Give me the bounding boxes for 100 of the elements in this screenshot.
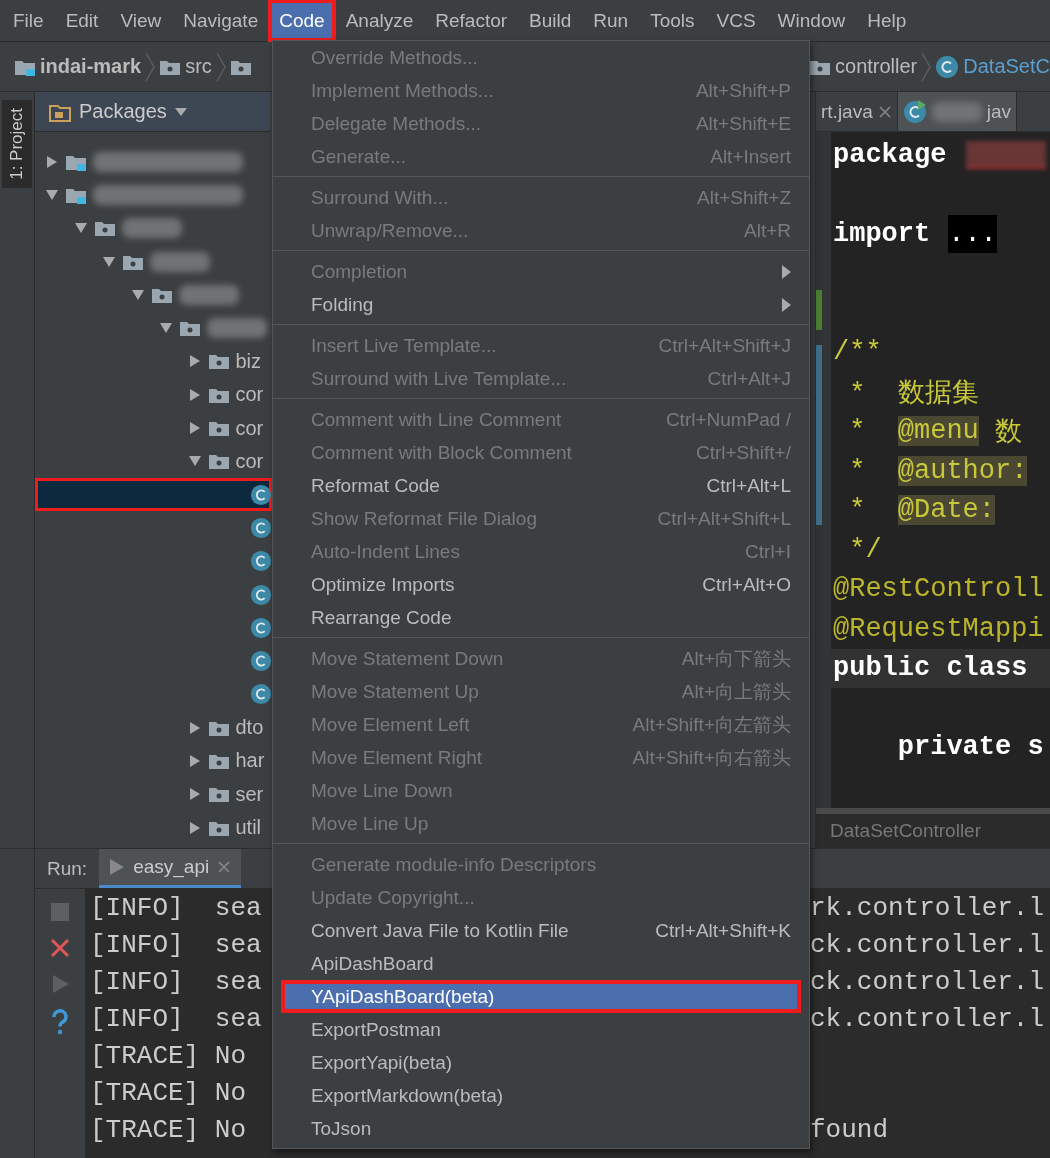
menu-item[interactable]: Help	[856, 0, 918, 41]
collapsed-arrow-icon[interactable]	[45, 154, 59, 169]
class-icon	[902, 99, 927, 124]
console-line: ck.controller.l	[810, 929, 1045, 960]
menu-item[interactable]: File	[2, 0, 55, 41]
breadcrumb-item[interactable]: controller	[835, 55, 918, 78]
editor-tab[interactable]: jav	[897, 92, 1018, 131]
menu-item[interactable]: Navigate	[172, 0, 270, 41]
menu-item[interactable]: View	[109, 0, 173, 41]
tree-row[interactable]: cor	[35, 444, 272, 478]
code-token: *	[848, 416, 867, 447]
menu-item[interactable]: VCS	[705, 0, 767, 41]
editor-breadcrumb[interactable]: DataSetController	[830, 820, 982, 842]
menu-entry[interactable]: ApiDashBoard	[273, 947, 809, 980]
code-token: */	[848, 534, 882, 565]
tree-row[interactable]: ser	[35, 777, 272, 811]
console-line: [INFO] sea	[90, 929, 262, 960]
menu-item[interactable]: Tools	[639, 0, 706, 41]
console-line: [INFO] sea	[90, 966, 262, 997]
menu-entry[interactable]: Folding	[273, 288, 809, 321]
submenu-arrow-icon	[782, 264, 791, 279]
blurred-name	[207, 318, 267, 339]
tree-row[interactable]: util	[35, 810, 272, 845]
code-token: @RequestMappi	[833, 613, 1044, 644]
code-token: 数	[994, 417, 1023, 450]
expanded-arrow-icon[interactable]	[102, 254, 116, 269]
tree-label: har	[235, 749, 265, 773]
menu-entry[interactable]: ToJson	[273, 1112, 809, 1145]
menu-item[interactable]: Window	[766, 0, 857, 41]
code-token: private s	[896, 732, 1044, 763]
run-tab[interactable]: easy_api	[99, 849, 242, 888]
breadcrumb-item[interactable]: DataSetC	[963, 55, 1050, 78]
class-icon	[250, 515, 272, 540]
tree-row[interactable]: biz	[35, 344, 272, 379]
code-token: public class	[833, 653, 1028, 684]
tree-row[interactable]: cor	[35, 411, 272, 445]
collapsed-arrow-icon[interactable]	[187, 421, 202, 435]
code-token: @author:	[897, 455, 1028, 486]
class-icon	[250, 615, 272, 640]
menu-entry[interactable]: ExportPostman	[273, 1013, 809, 1046]
blurred-name	[150, 251, 210, 272]
menu-entry[interactable]: Reformat Code Ctrl+Alt+L	[273, 469, 809, 502]
menu-item[interactable]: Edit	[54, 0, 110, 41]
collapsed-arrow-icon[interactable]	[187, 787, 202, 802]
packages-header[interactable]: Packages	[35, 92, 270, 132]
tree-row[interactable]	[35, 477, 272, 512]
folder-icon	[207, 752, 230, 770]
expanded-arrow-icon[interactable]	[130, 287, 145, 302]
menu-entry[interactable]: Convert Java File to Kotlin File Ctrl+Alt+Shift+K	[273, 914, 809, 947]
folder-icon	[207, 352, 230, 371]
expanded-arrow-icon[interactable]	[45, 187, 59, 202]
code-token: import	[833, 218, 931, 249]
folder-icon	[207, 419, 230, 437]
project-tool-tab[interactable]: 1: Project	[2, 100, 32, 188]
breadcrumb-item[interactable]: indai-mark	[40, 55, 142, 78]
code-token: * 数据集	[848, 377, 979, 410]
tree-label: cor	[235, 416, 264, 440]
menu-item[interactable]: Analyze	[334, 0, 425, 41]
close-icon[interactable]	[877, 104, 892, 119]
class-icon	[250, 582, 272, 607]
run-title: Run:	[47, 857, 88, 880]
menu-item[interactable]: Run	[582, 0, 640, 41]
console-line: [TRACE] No	[90, 1077, 247, 1108]
collapsed-arrow-icon[interactable]	[187, 387, 202, 402]
collapsed-arrow-icon[interactable]	[187, 720, 202, 735]
tree-label: ser	[235, 782, 264, 806]
console-line: found	[810, 1114, 888, 1145]
menu-entry[interactable]: YApiDashBoard(beta)	[281, 980, 801, 1013]
menu-item[interactable]: Refactor	[424, 0, 519, 41]
collapsed-arrow-icon[interactable]	[187, 820, 202, 835]
tree-label: cor	[235, 449, 264, 473]
menu-entry[interactable]: Rearrange Code	[273, 601, 809, 634]
class-icon	[250, 549, 272, 574]
console-line: ck.controller.l	[810, 1003, 1045, 1034]
menu-entry[interactable]: ExportYapi(beta)	[273, 1046, 809, 1079]
tree-row[interactable]: har	[35, 744, 272, 778]
close-icon[interactable]	[49, 937, 71, 959]
chevron-icon	[145, 51, 156, 82]
console-line: [INFO] sea	[90, 892, 262, 923]
play-icon	[109, 858, 126, 876]
class-icon	[250, 649, 272, 674]
menu-entry[interactable]: Optimize Imports Ctrl+Alt+O	[273, 568, 809, 601]
tree-label: cor	[235, 383, 264, 407]
class-icon	[250, 482, 272, 507]
collapsed-arrow-icon[interactable]	[187, 354, 202, 369]
menu-item[interactable]: Code	[269, 0, 335, 41]
chevron-icon	[921, 51, 932, 82]
menu-entry[interactable]: ExportMarkdown(beta)	[273, 1079, 809, 1112]
tree-row[interactable]: dto	[35, 711, 272, 745]
tab-label: jav	[986, 100, 1012, 123]
breadcrumb-item[interactable]: src	[185, 55, 212, 78]
collapsed-arrow-icon[interactable]	[187, 754, 202, 768]
chevron-icon	[215, 51, 226, 82]
help-icon[interactable]	[49, 1009, 71, 1035]
code-token: *	[848, 455, 867, 486]
code-token: /**	[833, 337, 882, 368]
class-icon	[935, 54, 960, 79]
folder-icon	[179, 319, 201, 338]
menu-item[interactable]: Build	[518, 0, 583, 41]
tree-row[interactable]: cor	[35, 378, 272, 412]
